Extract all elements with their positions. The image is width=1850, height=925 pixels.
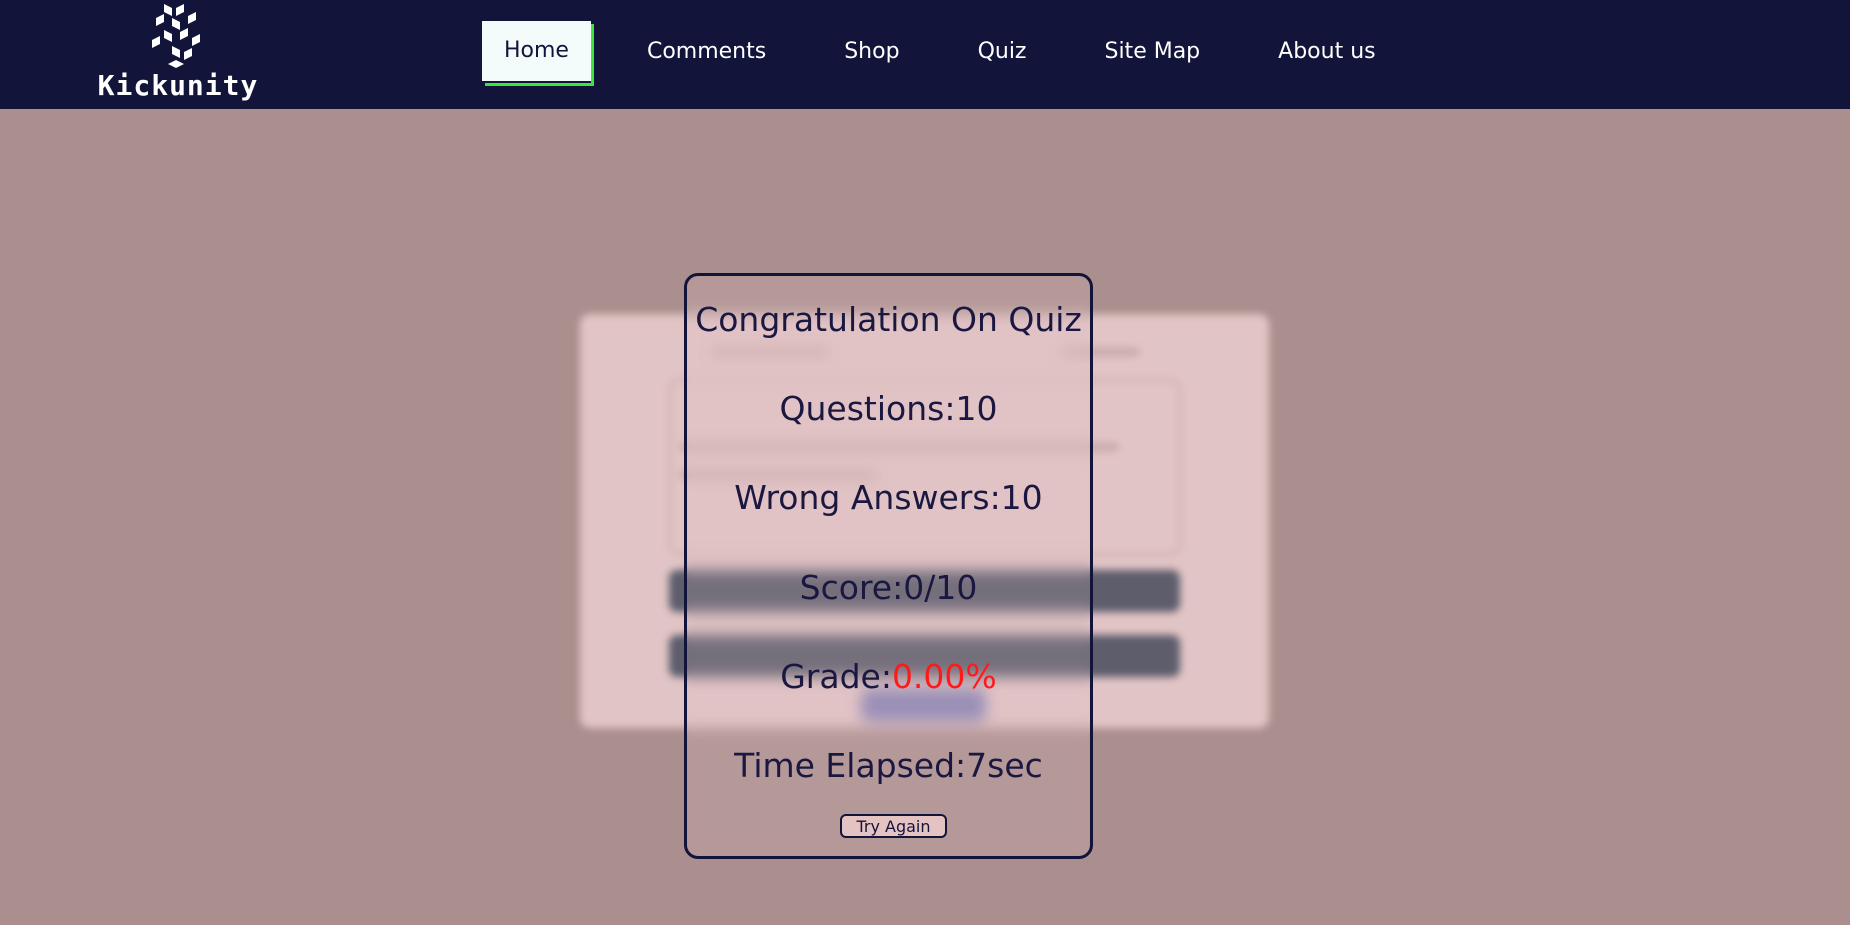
nav-about-us[interactable]: About us	[1256, 22, 1397, 82]
questions-count: Questions:10	[779, 389, 998, 428]
wrong-answers: Wrong Answers:10	[734, 478, 1043, 517]
result-title: Congratulation On Quiz	[695, 300, 1082, 339]
grade-label: Grade:	[780, 657, 892, 696]
logo[interactable]: Kickunity	[96, 4, 260, 104]
nav-site-map[interactable]: Site Map	[1082, 22, 1222, 82]
time-elapsed: Time Elapsed:7sec	[734, 746, 1043, 785]
grade-value: 0.00%	[891, 657, 997, 696]
main-nav: Home Comments Shop Quiz Site Map About u…	[482, 21, 1432, 83]
grade: Grade:0.00%	[687, 657, 1090, 696]
score: Score:0/10	[799, 568, 978, 607]
logo-text: Kickunity	[97, 69, 259, 102]
nav-home[interactable]: Home	[482, 21, 591, 83]
nav-shop[interactable]: Shop	[822, 22, 921, 82]
nav-quiz[interactable]: Quiz	[956, 22, 1049, 82]
site-header: Kickunity Home Comments Shop Quiz Site M…	[0, 0, 1850, 109]
nav-comments[interactable]: Comments	[625, 22, 788, 82]
logo-cube-icon	[152, 4, 200, 68]
try-again-button[interactable]: Try Again	[840, 814, 947, 838]
quiz-result-modal: Congratulation On Quiz Questions:10 Wron…	[684, 273, 1093, 859]
